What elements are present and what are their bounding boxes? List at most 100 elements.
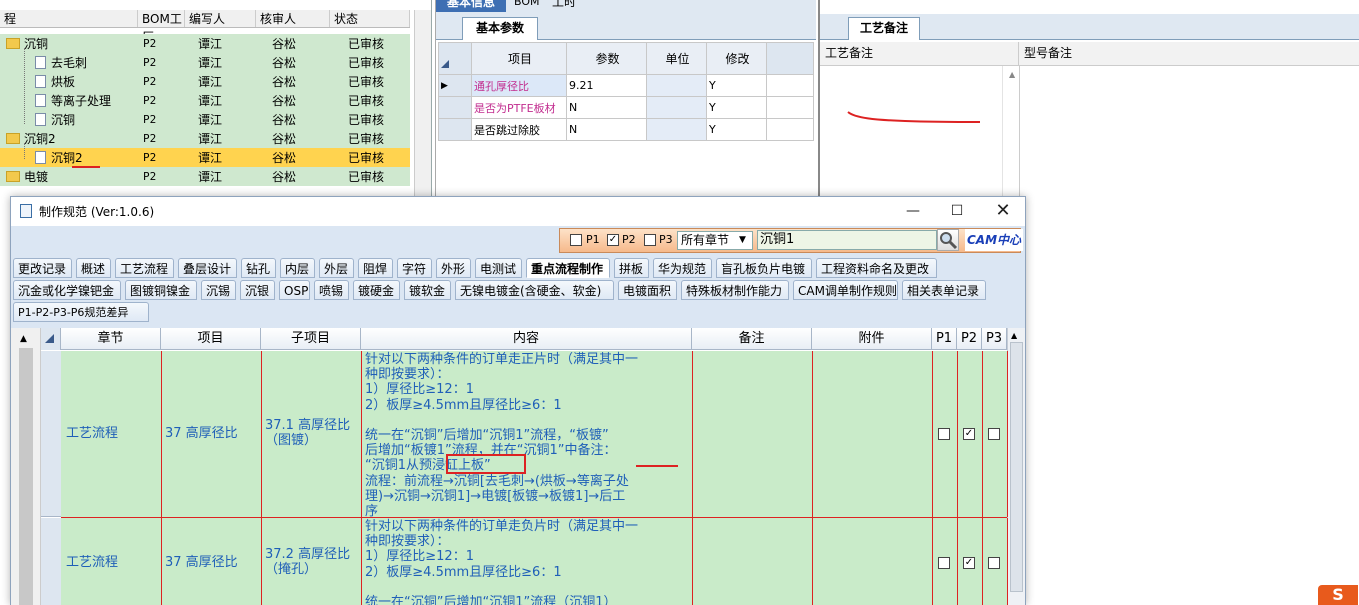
tree-row[interactable]: 电镀 P2 谭江 谷松 已审核 <box>0 167 410 186</box>
tree-row[interactable]: 沉铜2 P2 谭江 谷松 已审核 <box>0 148 410 167</box>
cell-content-line: 1）厚径比≥12：1 <box>365 549 474 565</box>
tree-scrollbar[interactable] <box>414 10 431 197</box>
search-input[interactable]: 沉铜1 <box>757 230 937 250</box>
grid-row[interactable]: ▶ 通孔厚径比 9.21 Y <box>438 74 814 97</box>
chapter-tab[interactable]: 电测试 <box>475 258 522 278</box>
subtab-basic-params[interactable]: 基本参数 <box>462 17 538 40</box>
chapter-tab[interactable]: 盲孔板负片电镀 <box>716 258 812 278</box>
chapter-tab[interactable]: 镀硬金 <box>353 280 400 300</box>
chapter-tab[interactable]: 重点流程制作 <box>526 258 610 278</box>
scroll-thumb[interactable] <box>19 348 33 605</box>
tree-header-status: 状态 <box>330 10 410 27</box>
dialog-toolbar: P1 ✓ P2 P3 所有章节 ▼ 沉铜1 CAM中心 <box>11 226 1025 256</box>
grid-row[interactable]: 是否为PTFE板材 N Y <box>438 96 814 119</box>
chapter-tab[interactable]: 工艺流程 <box>115 258 174 278</box>
cell-content-line: 2）板厚≥4.5mm且厚径比≥6：1 <box>365 397 562 413</box>
maximize-icon[interactable]: ☐ <box>947 201 967 221</box>
p3-checkbox[interactable] <box>644 234 656 246</box>
tree-cell-reviewer: 谷松 <box>272 56 297 70</box>
chapter-tab[interactable]: 阻焊 <box>358 258 393 278</box>
close-icon[interactable]: ✕ <box>993 201 1013 221</box>
p1-checkbox[interactable] <box>570 234 582 246</box>
scroll-thumb[interactable] <box>1010 342 1023 592</box>
notes-scrollbar[interactable] <box>1002 66 1019 197</box>
grid-cell-modify[interactable]: Y <box>706 96 767 119</box>
p2-checkbox[interactable]: ✓ <box>607 234 619 246</box>
p3-row-checkbox[interactable] <box>988 557 1000 569</box>
chapter-tab[interactable]: P1-P2-P3-P6规范差异 <box>13 302 149 322</box>
chapter-tab[interactable]: 外形 <box>436 258 471 278</box>
chapter-tab[interactable]: 概述 <box>76 258 111 278</box>
grid-cell-modify[interactable]: Y <box>706 74 767 97</box>
grid-cell-param[interactable]: N <box>566 96 647 119</box>
chapter-tab[interactable]: 更改记录 <box>13 258 72 278</box>
scroll-up-icon[interactable]: ▲ <box>1009 70 1015 79</box>
chapter-tab[interactable]: 喷锡 <box>314 280 349 300</box>
tree-header-bom: BOM工厂 <box>138 10 185 44</box>
chapter-tab[interactable]: CAM调单制作规则 <box>793 280 898 300</box>
chapter-tab[interactable]: 沉金或化学镍钯金 <box>13 280 121 300</box>
chapter-tab[interactable]: 外层 <box>319 258 354 278</box>
chapter-tab[interactable]: 内层 <box>280 258 315 278</box>
p1-row-checkbox[interactable] <box>938 557 950 569</box>
chapter-tab[interactable]: 相关表单记录 <box>902 280 986 300</box>
tree-cell-bom: P2 <box>143 37 157 50</box>
minimize-icon[interactable]: — <box>903 201 923 221</box>
grid-cell-unit[interactable] <box>646 96 707 119</box>
grid-cell-item: 通孔厚径比 <box>471 74 567 97</box>
chapter-tab[interactable]: 叠层设计 <box>178 258 237 278</box>
grid-cell-item: 是否为PTFE板材 <box>471 96 567 119</box>
grid-cell-modify[interactable]: Y <box>706 118 767 141</box>
params-grid: 项目 参数 单位 修改 ▶ 通孔厚径比 9.21 Y 是否为PTFE板材 N Y… <box>438 42 814 141</box>
tab-process-notes[interactable]: 工艺备注 <box>848 17 920 40</box>
chapter-tab[interactable]: 华为规范 <box>653 258 712 278</box>
chapter-select[interactable]: 所有章节 ▼ <box>677 231 753 250</box>
tab-bom[interactable]: BOM <box>514 0 540 12</box>
select-all-icon[interactable] <box>45 334 54 343</box>
p1-row-checkbox[interactable] <box>938 428 950 440</box>
tree-item-label: 沉铜 <box>51 113 76 127</box>
chapter-tabs: 更改记录 概述 工艺流程 叠层设计 钻孔 内层 外层 阻焊 字符 外形 电测试 重点流程制作 拼板 华为规… <box>11 258 1025 328</box>
tab-hours[interactable]: 工时 <box>552 0 576 12</box>
header-p1: P1 <box>932 328 957 350</box>
tree-row[interactable]: 沉铜 P2 谭江 谷松 已审核 <box>0 34 410 53</box>
chapter-tab[interactable]: 镀软金 <box>404 280 451 300</box>
chapter-tab[interactable]: 沉锡 <box>201 280 236 300</box>
chapter-tab[interactable]: 沉银 <box>240 280 275 300</box>
chapter-tab[interactable]: 工程资料命名及更改 <box>816 258 937 278</box>
cell-item: 37 高厚径比 <box>165 426 238 441</box>
cell-content-line: 种即按要求）： <box>365 367 450 383</box>
tree-row[interactable]: 沉铜2 P2 谭江 谷松 已审核 <box>0 129 410 148</box>
table-scrollbar[interactable]: ▲ <box>1007 328 1025 605</box>
tab-basic-info[interactable]: 基本信息 <box>436 0 506 12</box>
p3-row-checkbox[interactable] <box>988 428 1000 440</box>
chapter-tab[interactable]: 特殊板材制作能力 <box>681 280 789 300</box>
tree-row[interactable]: 沉铜 P2 谭江 谷松 已审核 <box>0 110 410 129</box>
chapter-tab[interactable]: 无镍电镀金(含硬金、软金) <box>455 280 614 300</box>
search-icon <box>940 232 958 250</box>
grid-row[interactable]: 是否跳过除胶 N Y <box>438 118 814 141</box>
tree-item-label: 去毛刺 <box>51 56 88 70</box>
tree-row[interactable]: 烘板 P2 谭江 谷松 已审核 <box>0 72 410 91</box>
grid-cell-unit[interactable] <box>646 118 707 141</box>
tree-row[interactable]: 等离子处理 P2 谭江 谷松 已审核 <box>0 91 410 110</box>
spec-dialog: 制作规范 (Ver:1.0.6) — ☐ ✕ P1 ✓ P2 P3 所有章节 ▼… <box>10 196 1026 605</box>
scroll-up-icon[interactable]: ▲ <box>20 334 27 344</box>
tree-cell-reviewer: 谷松 <box>272 132 297 146</box>
chapter-tab[interactable]: OSP <box>279 280 310 300</box>
p2-row-checkbox[interactable]: ✓ <box>963 428 975 440</box>
tree-cell-reviewer: 谷松 <box>272 151 297 165</box>
grid-cell-param[interactable]: 9.21 <box>566 74 647 97</box>
chapter-tab[interactable]: 电镀面积 <box>618 280 677 300</box>
scroll-up-icon[interactable]: ▲ <box>1011 331 1017 340</box>
grid-cell-unit[interactable] <box>646 74 707 97</box>
left-scrollbar[interactable]: ▲ <box>11 328 41 605</box>
p2-row-checkbox[interactable]: ✓ <box>963 557 975 569</box>
chapter-tab[interactable]: 拼板 <box>614 258 649 278</box>
chapter-tab[interactable]: 字符 <box>397 258 432 278</box>
grid-cell-param[interactable]: N <box>566 118 647 141</box>
search-button[interactable] <box>937 229 959 251</box>
chapter-tab[interactable]: 钻孔 <box>241 258 276 278</box>
tree-row[interactable]: 去毛刺 P2 谭江 谷松 已审核 <box>0 53 410 72</box>
chapter-tab[interactable]: 图镀铜镍金 <box>125 280 197 300</box>
